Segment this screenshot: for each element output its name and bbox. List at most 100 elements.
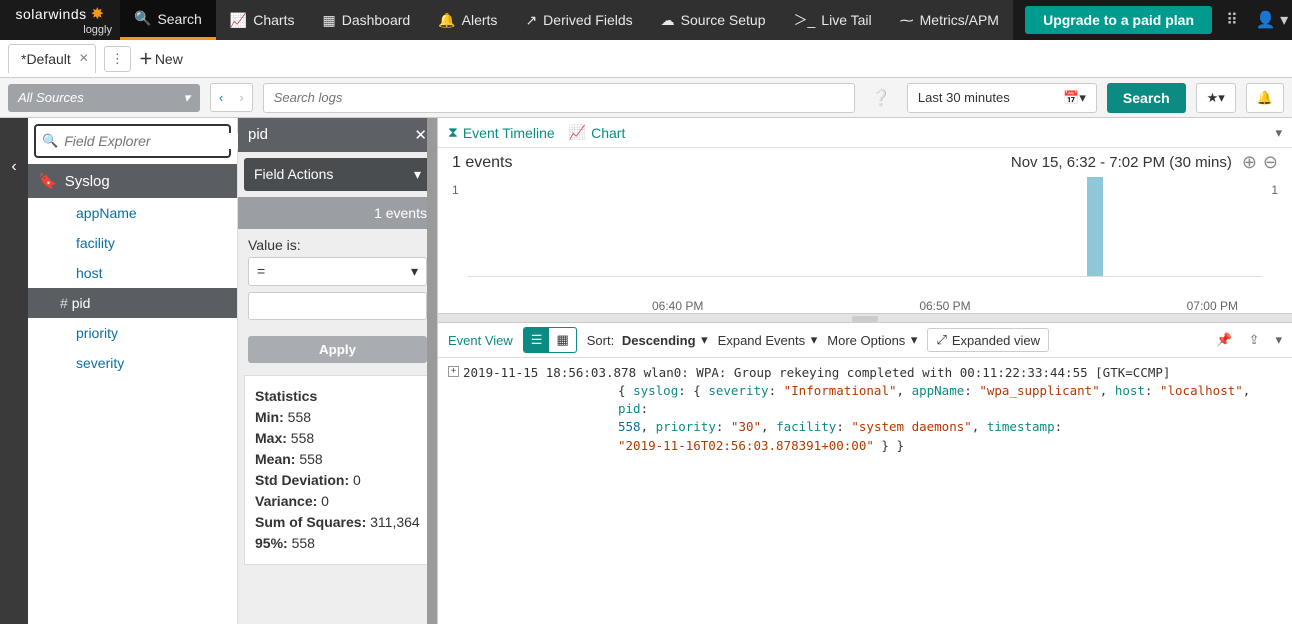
zoom-out-icon[interactable]: ⊖ bbox=[1263, 152, 1278, 173]
zoom-in-icon[interactable]: ⊕ bbox=[1242, 152, 1257, 173]
grid-view[interactable]: ▦ bbox=[549, 328, 575, 352]
derived-icon: ↗ bbox=[525, 12, 537, 29]
field-title: pid bbox=[248, 126, 268, 144]
list-view[interactable]: ☰ bbox=[524, 328, 550, 352]
event-view-link[interactable]: Event View bbox=[448, 333, 513, 348]
chart-bar bbox=[1087, 177, 1103, 276]
field-actions-dropdown[interactable]: Field Actions▾ bbox=[244, 158, 431, 191]
operator-dropdown[interactable]: =▾ bbox=[248, 257, 427, 286]
nav-metrics[interactable]: ⁓Metrics/APM bbox=[886, 0, 1013, 40]
x-label: 06:50 PM bbox=[919, 299, 970, 313]
apps-icon[interactable]: ⠿ bbox=[1212, 0, 1252, 40]
y-axis-label-right: 1 bbox=[1271, 183, 1278, 197]
favorites-button[interactable]: ★▾ bbox=[1196, 83, 1236, 113]
new-tab-button[interactable]: ＋New bbox=[139, 49, 183, 69]
field-item-facility[interactable]: facility bbox=[28, 228, 237, 258]
dashboard-icon: ▦ bbox=[322, 12, 335, 29]
next-search[interactable]: › bbox=[231, 84, 251, 111]
alerts-button[interactable]: 🔔 bbox=[1246, 83, 1284, 113]
pulse-icon: ⁓ bbox=[900, 12, 914, 29]
export-icon[interactable]: ⇪ bbox=[1249, 332, 1260, 348]
stat-row: 95%: 558 bbox=[255, 533, 420, 554]
search-input[interactable] bbox=[274, 90, 844, 105]
field-item-appName[interactable]: appName bbox=[28, 198, 237, 228]
search-button[interactable]: Search bbox=[1107, 83, 1186, 113]
brand-logo: solarwinds✸ loggly bbox=[0, 0, 120, 40]
stats-title: Statistics bbox=[255, 388, 317, 404]
collapse-timeline[interactable]: ▾ bbox=[1275, 125, 1282, 141]
options-caret[interactable]: ▾ bbox=[1275, 332, 1282, 348]
tag-icon: 🔖 bbox=[38, 172, 57, 190]
y-axis-label: 1 bbox=[452, 183, 459, 197]
chart-icon: 📈 bbox=[569, 124, 586, 141]
view-toggle: ☰ ▦ bbox=[523, 327, 577, 353]
pin-icon[interactable]: 📌 bbox=[1216, 332, 1232, 348]
nav-derived[interactable]: ↗Derived Fields bbox=[511, 0, 646, 40]
stat-row: Max: 558 bbox=[255, 428, 420, 449]
timerange-dropdown[interactable]: Last 30 minutes📅▾ bbox=[907, 83, 1097, 113]
expanded-view-button[interactable]: ⤢Expanded view bbox=[927, 328, 1049, 352]
value-is-label: Value is: bbox=[248, 237, 427, 253]
event-count: 1 events bbox=[452, 154, 512, 172]
chevron-down-icon: ▾ bbox=[411, 263, 418, 280]
help-icon[interactable]: ❔ bbox=[865, 88, 897, 108]
nav-alerts[interactable]: 🔔Alerts bbox=[424, 0, 511, 40]
nav-dashboard[interactable]: ▦Dashboard bbox=[308, 0, 424, 40]
tab-label: *Default bbox=[21, 51, 71, 67]
search-icon: 🔍 bbox=[134, 10, 151, 27]
chevron-down-icon: ▾ bbox=[183, 90, 190, 106]
x-label: 07:00 PM bbox=[1187, 299, 1238, 313]
events-count: 1 events bbox=[238, 197, 437, 229]
field-item-host[interactable]: host bbox=[28, 258, 237, 288]
chart-icon: 📈 bbox=[230, 12, 247, 29]
close-icon[interactable]: ✕ bbox=[79, 51, 89, 65]
terminal-icon: ＞_ bbox=[794, 10, 816, 30]
tab-default[interactable]: *Default ✕ bbox=[8, 44, 96, 73]
stat-row: Min: 558 bbox=[255, 407, 420, 428]
search-icon: 🔍 bbox=[42, 133, 58, 149]
calendar-icon: 📅▾ bbox=[1063, 90, 1086, 106]
chevron-down-icon: ▾ bbox=[414, 166, 421, 183]
field-item-priority[interactable]: priority bbox=[28, 318, 237, 348]
prev-search[interactable]: ‹ bbox=[211, 84, 231, 111]
stat-row: Mean: 558 bbox=[255, 449, 420, 470]
expand-icon: ⤢ bbox=[936, 332, 946, 348]
nav-sourcesetup[interactable]: ☁Source Setup bbox=[647, 0, 780, 40]
upgrade-button[interactable]: Upgrade to a paid plan bbox=[1025, 6, 1212, 34]
sunburst-icon: ✸ bbox=[91, 4, 105, 24]
tab-chart[interactable]: 📈Chart bbox=[569, 124, 626, 141]
stat-row: Sum of Squares: 311,364 bbox=[255, 512, 420, 533]
timeline-chart[interactable] bbox=[468, 177, 1262, 277]
nav-search[interactable]: 🔍Search bbox=[120, 0, 216, 40]
expand-events-dropdown[interactable]: Expand Events ▾ bbox=[718, 332, 818, 348]
history-pager: ‹ › bbox=[210, 83, 253, 112]
bell-icon: 🔔 bbox=[438, 12, 455, 29]
field-explorer-input[interactable] bbox=[64, 133, 246, 149]
log-message: 2019-11-15 18:56:03.878 wlan0: WPA: Grou… bbox=[463, 364, 1170, 382]
stat-row: Std Deviation: 0 bbox=[255, 470, 420, 491]
close-icon[interactable]: ✕ bbox=[414, 126, 427, 144]
apply-button[interactable]: Apply bbox=[248, 336, 427, 363]
x-label: 06:40 PM bbox=[652, 299, 703, 313]
stat-row: Variance: 0 bbox=[255, 491, 420, 512]
hourglass-icon: ⧗ bbox=[448, 124, 458, 141]
scrollbar[interactable] bbox=[427, 118, 437, 624]
sources-dropdown[interactable]: All Sources▾ bbox=[8, 84, 200, 112]
field-item-severity[interactable]: severity bbox=[28, 348, 237, 378]
resize-handle[interactable] bbox=[438, 313, 1292, 323]
tab-options[interactable]: ⋮ bbox=[104, 46, 131, 72]
more-options-dropdown[interactable]: More Options ▾ bbox=[827, 332, 917, 348]
value-input[interactable] bbox=[248, 292, 427, 320]
time-range: Nov 15, 6:32 - 7:02 PM (30 mins) bbox=[1011, 154, 1232, 171]
field-item-pid[interactable]: pid bbox=[28, 288, 237, 318]
cloud-icon: ☁ bbox=[661, 12, 675, 29]
sort-dropdown[interactable]: Sort: Descending ▾ bbox=[587, 332, 708, 348]
nav-charts[interactable]: 📈Charts bbox=[216, 0, 309, 40]
expand-log-button[interactable]: + bbox=[448, 366, 459, 377]
syslog-group-header[interactable]: 🔖 Syslog bbox=[28, 164, 237, 198]
nav-livetail[interactable]: ＞_Live Tail bbox=[780, 0, 886, 40]
tab-event-timeline[interactable]: ⧗Event Timeline bbox=[448, 124, 555, 141]
collapse-sidebar[interactable]: ‹ bbox=[0, 118, 28, 624]
log-json: { syslog: { severity: "Informational", a… bbox=[448, 382, 1282, 455]
user-menu[interactable]: 👤 ▾ bbox=[1252, 0, 1292, 40]
